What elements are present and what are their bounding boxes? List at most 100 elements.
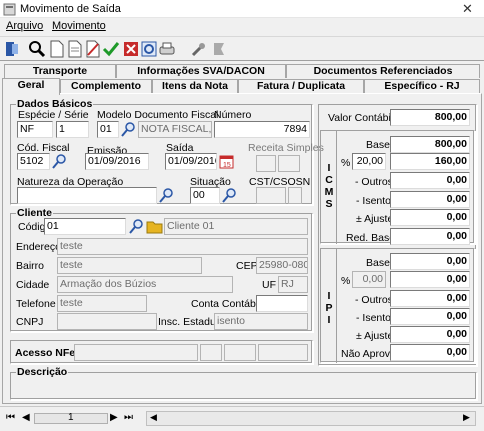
- especie-serie-label: Espécie / Série: [18, 109, 89, 121]
- cst-field: [256, 187, 286, 204]
- ipi-isento-field[interactable]: 0,00: [390, 308, 470, 325]
- icms-pct-label: %: [341, 157, 351, 169]
- icms-red-base-field[interactable]: 0,00: [390, 228, 470, 245]
- icms-isento-field[interactable]: 0,00: [390, 191, 470, 208]
- telefone-label: Telefone: [16, 298, 56, 310]
- ipi-nao-aprov-field[interactable]: 0,00: [390, 344, 470, 361]
- cliente-search-icon[interactable]: [128, 218, 145, 235]
- cidade-label: Cidade: [16, 279, 50, 291]
- window-title: Movimento de Saída: [20, 3, 121, 15]
- first-record-icon[interactable]: ⏮: [6, 412, 15, 423]
- scroll-right-icon[interactable]: ▶: [463, 412, 470, 423]
- app-icon: [3, 3, 16, 16]
- cep-field: 25980-080: [256, 257, 308, 274]
- ipi-ajuste-field[interactable]: 0,00: [390, 326, 470, 343]
- serie-field[interactable]: 1: [56, 121, 89, 138]
- icms-ajuste-field[interactable]: 0,00: [390, 209, 470, 226]
- title-bar: Movimento de Saída ✕: [0, 0, 484, 18]
- icms-isento-label: - Isento: [356, 195, 392, 207]
- modelo-code-field[interactable]: 01: [97, 121, 119, 138]
- cidade-field: Armação dos Búzios: [57, 276, 233, 293]
- valor-contabil-field[interactable]: 800,00: [390, 109, 470, 126]
- numero-label: Número: [214, 109, 252, 121]
- document-icon[interactable]: [66, 40, 84, 58]
- receita-simples-field-2: [278, 155, 300, 172]
- tab-complemento[interactable]: Complemento: [60, 79, 152, 93]
- record-navigator: ⏮ ◀ 1 ▶ ⏭ ◀ ▶: [0, 406, 484, 431]
- last-record-icon[interactable]: ⏭: [124, 412, 133, 423]
- icms-red-base-label: Red. Base: [346, 232, 396, 244]
- bairro-label: Bairro: [16, 260, 45, 272]
- modelo-search-icon[interactable]: [120, 121, 137, 138]
- natureza-field[interactable]: [17, 187, 157, 204]
- cfop-field[interactable]: 5102: [17, 153, 50, 170]
- record-number: 1: [68, 412, 74, 423]
- menu-bar: Arquivo Movimento: [0, 18, 484, 35]
- cnpj-field: [57, 313, 157, 330]
- tab-especifico-rj[interactable]: Específico - RJ: [364, 79, 480, 93]
- ipi-pct-label: %: [341, 275, 351, 287]
- icms-aliquota-field[interactable]: 20,00: [352, 153, 386, 170]
- especie-field[interactable]: NF: [17, 121, 53, 138]
- menu-arquivo[interactable]: Arquivo: [6, 20, 43, 32]
- ipi-valor-field[interactable]: 0,00: [390, 271, 470, 288]
- icms-valor-field[interactable]: 160,00: [390, 153, 470, 170]
- close-icon[interactable]: ✕: [462, 1, 473, 17]
- search-icon[interactable]: [28, 40, 46, 58]
- icms-base-label: Base: [366, 139, 390, 151]
- uf-field: RJ: [278, 276, 308, 293]
- natureza-search-icon[interactable]: [158, 187, 175, 204]
- icms-ajuste-label: ± Ajuste: [356, 213, 394, 225]
- receita-simples-label: Receita Simples: [248, 142, 324, 154]
- acesso-nfe-field-2: [200, 344, 222, 361]
- folder-icon[interactable]: [146, 218, 163, 235]
- prev-record-icon[interactable]: ◀: [22, 412, 30, 423]
- ipi-aliquota-field: 0,00: [352, 271, 386, 288]
- ipi-isento-label: - Isento: [356, 312, 392, 324]
- scroll-left-icon[interactable]: ◀: [150, 412, 157, 423]
- descricao-title: Descrição: [16, 366, 69, 378]
- next-record-icon[interactable]: ▶: [110, 412, 118, 423]
- situacao-field[interactable]: 00: [190, 187, 220, 204]
- delete-icon[interactable]: [122, 40, 140, 58]
- icms-base-field[interactable]: 800,00: [390, 136, 470, 153]
- acesso-nfe-field-4: [258, 344, 308, 361]
- modelo-desc-field: NOTA FISCAL, MI: [138, 121, 212, 138]
- print-icon[interactable]: [158, 40, 176, 58]
- tab-transporte[interactable]: Transporte: [4, 64, 116, 78]
- emissao-field[interactable]: 01/09/2016: [85, 153, 149, 170]
- tab-geral[interactable]: Geral: [2, 78, 60, 95]
- conta-contabil-field[interactable]: [256, 295, 308, 312]
- cep-label: CEP: [236, 260, 258, 272]
- ipi-base-field[interactable]: 0,00: [390, 253, 470, 270]
- icms-side-label: ICMS: [324, 162, 334, 210]
- edit-icon[interactable]: [84, 40, 102, 58]
- situacao-search-icon[interactable]: [221, 187, 238, 204]
- csosn-field: [288, 187, 302, 204]
- ipi-outros-label: - Outros: [355, 294, 393, 306]
- cfop-search-icon[interactable]: [51, 153, 68, 170]
- cliente-nome-field: Cliente 01: [164, 218, 308, 235]
- ipi-outros-field[interactable]: 0,00: [390, 290, 470, 307]
- cliente-codigo-field[interactable]: 01: [44, 218, 126, 235]
- menu-movimento[interactable]: Movimento: [52, 20, 106, 32]
- cnpj-label: CNPJ: [16, 316, 44, 328]
- confirm-icon[interactable]: [102, 40, 120, 58]
- refresh-icon[interactable]: [140, 40, 158, 58]
- valor-contabil-label: Valor Contábil: [328, 112, 394, 124]
- numero-field[interactable]: 7894: [214, 121, 310, 138]
- horizontal-scrollbar[interactable]: [146, 411, 476, 426]
- acesso-nfe-field: [74, 344, 198, 361]
- tab-informacoes-sva[interactable]: Informações SVA/DACON: [116, 64, 286, 78]
- new-document-icon[interactable]: [48, 40, 66, 58]
- icms-outros-field[interactable]: 0,00: [390, 172, 470, 189]
- saida-field[interactable]: 01/09/2016: [165, 153, 217, 170]
- exit-icon[interactable]: [4, 40, 22, 58]
- tools-icon[interactable]: [190, 40, 208, 58]
- tab-documentos-referenciados[interactable]: Documentos Referenciados: [286, 64, 480, 78]
- endereco-field: teste: [57, 238, 308, 255]
- tab-fatura-duplicata[interactable]: Fatura / Duplicata: [238, 79, 364, 93]
- calendar-icon[interactable]: 15: [218, 153, 235, 170]
- tab-itens-da-nota[interactable]: Itens da Nota: [152, 79, 238, 93]
- acesso-nfe-field-3: [224, 344, 256, 361]
